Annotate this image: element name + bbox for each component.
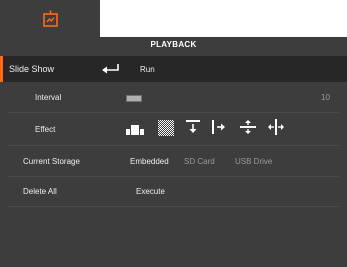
effect-label: Effect [35, 124, 56, 134]
selection-accent [0, 56, 3, 82]
menu-row-interval[interactable]: Interval 10 [0, 86, 347, 108]
storage-option-embedded[interactable]: Embedded [130, 157, 169, 166]
divider [8, 145, 339, 146]
playback-tab[interactable] [0, 0, 100, 37]
divider [8, 176, 339, 177]
wipe-right-icon[interactable] [212, 120, 226, 136]
menu-row-delete-all[interactable]: Delete All Execute [0, 180, 347, 202]
wipe-down-icon[interactable] [186, 120, 200, 136]
delete-all-label: Delete All [23, 186, 57, 196]
page-title: PLAYBACK [150, 40, 197, 49]
divider [8, 206, 339, 207]
execute-button[interactable]: Execute [136, 187, 165, 196]
slide-show-label: Slide Show [9, 64, 55, 74]
split-vertical-icon[interactable] [240, 119, 256, 137]
presentation-icon [42, 10, 58, 27]
menu-row-slide-show[interactable]: Slide Show Run [0, 56, 347, 82]
dissolve-effect-icon[interactable] [158, 120, 174, 138]
current-storage-label: Current Storage [23, 156, 80, 166]
split-horizontal-icon[interactable] [267, 119, 285, 137]
menu-row-current-storage[interactable]: Current Storage Embedded SD Card USB Dri… [0, 150, 347, 172]
slider-icon[interactable] [126, 95, 142, 104]
storage-option-usb-drive[interactable]: USB Drive [235, 157, 272, 166]
interval-label: Interval [35, 92, 62, 102]
divider [8, 112, 339, 113]
enter-return-icon [102, 64, 120, 76]
storage-option-sd-card[interactable]: SD Card [184, 157, 215, 166]
menu-row-effect[interactable]: Effect [0, 117, 347, 141]
run-button[interactable]: Run [140, 65, 155, 74]
bars-effect-icon[interactable] [126, 123, 146, 137]
interval-value: 10 [321, 92, 330, 102]
